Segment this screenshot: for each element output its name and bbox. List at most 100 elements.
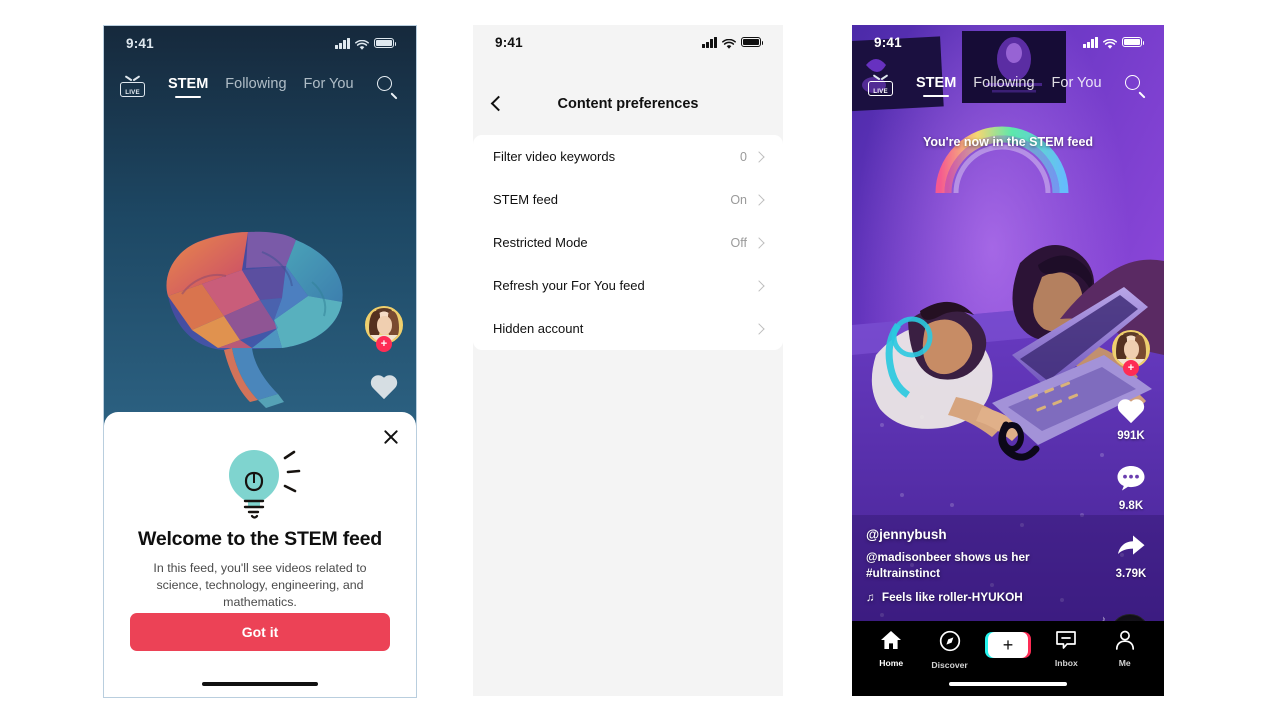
chevron-right-icon: [753, 279, 765, 292]
tab-for-you[interactable]: For You: [1052, 75, 1102, 97]
tab-inbox[interactable]: Inbox: [1040, 630, 1092, 668]
compass-icon: [939, 630, 960, 652]
video-music-title: Feels like roller-HYUKOH: [881, 590, 1023, 604]
modal-title: Welcome to the STEM feed: [137, 528, 383, 550]
panel-content-preferences: 9:41 Content preferences Filter video ke…: [473, 25, 783, 696]
follow-button[interactable]: +: [376, 336, 392, 352]
like-count: 991K: [1117, 430, 1145, 442]
row-label: Refresh your For You feed: [493, 278, 645, 293]
modal-body: In this feed, you'll see videos related …: [153, 561, 367, 609]
feed-tabs: STEM Following For You: [168, 76, 354, 98]
feed-top-nav: LIVE STEM Following For You: [852, 65, 1164, 107]
row-value: 0: [740, 149, 747, 164]
page-title: Content preferences: [557, 96, 699, 112]
signal-bars-icon: [335, 37, 350, 49]
preferences-list: Filter video keywords 0 STEM feed On Res…: [473, 135, 783, 350]
wifi-icon: [722, 37, 736, 49]
home-icon: [881, 631, 902, 649]
status-bar-time: 9:41: [126, 35, 154, 51]
stem-feed-toast: You're now in the STEM feed: [922, 135, 1094, 149]
tab-following[interactable]: Following: [225, 76, 286, 98]
chevron-right-icon: [753, 322, 765, 335]
signal-bars-icon: [702, 36, 717, 48]
row-filter-video-keywords[interactable]: Filter video keywords 0: [473, 135, 783, 178]
battery-icon: [374, 38, 397, 48]
home-indicator: [949, 681, 1067, 686]
close-icon[interactable]: [382, 428, 400, 446]
feed-tabs: STEM Following For You: [916, 75, 1102, 97]
video-username[interactable]: @jennybush: [866, 527, 1046, 542]
inbox-icon: [1056, 631, 1077, 649]
tab-for-you[interactable]: For You: [304, 76, 354, 98]
stem-welcome-modal: Welcome to the STEM feed In this feed, y…: [104, 412, 416, 697]
video-action-rail: + 991K 9.8K 3.79K: [1107, 330, 1155, 580]
tab-label: Me: [1118, 658, 1131, 668]
tab-label: Discover: [931, 660, 968, 670]
row-label: Filter video keywords: [493, 149, 616, 164]
like-button[interactable]: 991K: [1107, 400, 1155, 442]
tab-stem[interactable]: STEM: [916, 75, 956, 97]
live-icon[interactable]: LIVE: [868, 74, 893, 98]
signal-bars-icon: [1083, 36, 1098, 48]
heart-icon: [369, 376, 399, 403]
lightbulb-icon: [218, 444, 302, 522]
tab-label: Home: [879, 658, 904, 668]
status-bar-time: 9:41: [495, 34, 523, 50]
got-it-button[interactable]: Got it: [130, 613, 390, 651]
row-restricted-mode[interactable]: Restricted Mode Off: [473, 221, 783, 264]
row-hidden-account[interactable]: Hidden account: [473, 307, 783, 350]
person-icon: [1115, 630, 1134, 650]
live-icon[interactable]: LIVE: [120, 75, 145, 99]
video-music-row[interactable]: ♫ Feels like roller-HYUKOH: [866, 590, 1046, 604]
back-chevron-icon[interactable]: [489, 98, 501, 110]
row-value: Off: [730, 235, 747, 250]
status-bar: 9:41: [852, 25, 1164, 59]
tab-label: Inbox: [1054, 658, 1078, 668]
feed-top-nav: LIVE STEM Following For You: [104, 66, 416, 108]
create-plus-icon[interactable]: +: [984, 632, 1031, 658]
status-bar-time: 9:41: [874, 34, 902, 50]
battery-icon: [1122, 37, 1145, 47]
chevron-right-icon: [753, 193, 765, 206]
row-stem-feed[interactable]: STEM feed On: [473, 178, 783, 221]
row-label: Hidden account: [493, 321, 584, 336]
status-bar: 9:41: [104, 26, 416, 60]
search-icon[interactable]: [376, 75, 400, 100]
tab-home[interactable]: Home: [865, 630, 917, 668]
music-note-icon: ♫: [866, 590, 875, 604]
follow-button[interactable]: +: [1123, 360, 1139, 376]
row-label: Restricted Mode: [493, 235, 588, 250]
share-icon: [1118, 535, 1145, 555]
wifi-icon: [1103, 37, 1117, 49]
tab-me[interactable]: Me: [1099, 630, 1151, 668]
video-description: @madisonbeer shows us her #ultrainstinct: [866, 550, 1030, 580]
home-indicator: [202, 681, 318, 686]
comment-count: 9.8K: [1118, 500, 1144, 512]
tab-discover[interactable]: Discover: [924, 630, 976, 670]
bottom-tab-bar: Home Discover + Inbox Me: [852, 621, 1164, 696]
video-caption: @jennybush @madisonbeer shows us her #ul…: [866, 527, 1046, 604]
settings-header: 9:41 Content preferences: [473, 25, 783, 130]
like-button[interactable]: [361, 376, 407, 403]
nav-bar: Content preferences: [473, 82, 783, 126]
share-count: 3.79K: [1115, 568, 1147, 580]
row-value: On: [730, 192, 747, 207]
chevron-right-icon: [753, 236, 765, 249]
row-label: STEM feed: [493, 192, 559, 207]
row-refresh-for-you-feed[interactable]: Refresh your For You feed: [473, 264, 783, 307]
heart-icon: [1116, 400, 1146, 427]
tab-create[interactable]: +: [982, 630, 1034, 661]
search-icon[interactable]: [1124, 74, 1148, 99]
comment-button[interactable]: 9.8K: [1107, 464, 1155, 512]
panel-stem-feed-video: 9:41 LIVE STEM Following For You You're …: [852, 25, 1164, 696]
live-label: LIVE: [873, 87, 888, 95]
share-button[interactable]: 3.79K: [1107, 534, 1155, 580]
status-bar: 9:41: [473, 25, 783, 59]
panel-stem-feed-welcome: 9:41 LIVE STEM Following For You + Welco…: [103, 25, 417, 698]
tab-following[interactable]: Following: [973, 75, 1034, 97]
live-label: LIVE: [125, 88, 140, 96]
chevron-right-icon: [753, 150, 765, 163]
battery-icon: [741, 37, 764, 47]
video-action-rail: +: [361, 306, 407, 403]
tab-stem[interactable]: STEM: [168, 76, 208, 98]
